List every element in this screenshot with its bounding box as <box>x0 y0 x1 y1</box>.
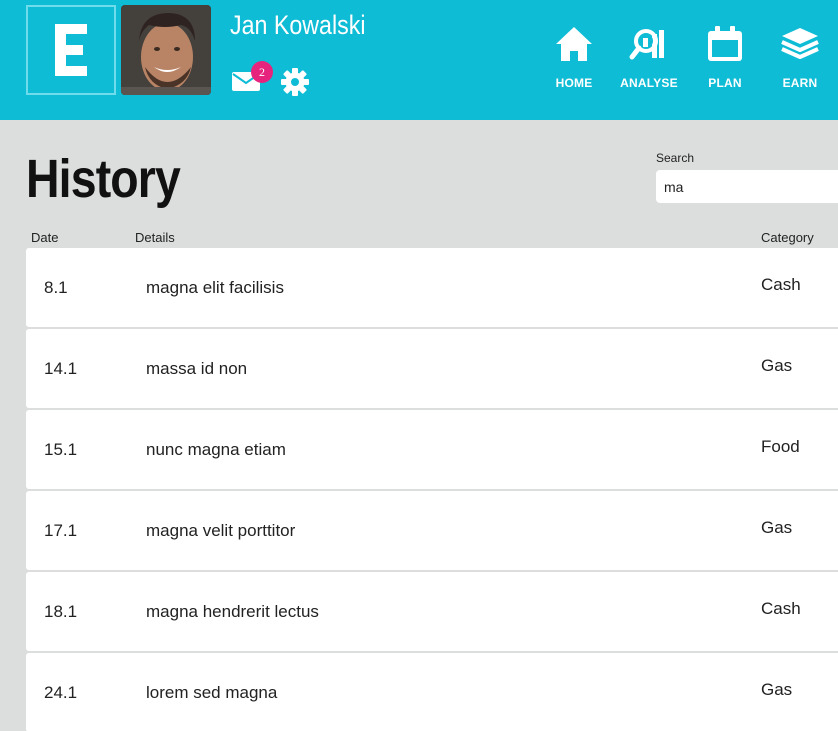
history-row[interactable]: 15.1 nunc magna etiam Food <box>26 410 838 489</box>
row-category: Cash <box>761 275 801 294</box>
row-category: Cash <box>761 599 801 618</box>
row-date: 14.1 <box>44 359 78 378</box>
row-category: Gas <box>761 518 793 537</box>
app-header: Jan Kowalski 2 HOME ANALYSE PLAN EARN <box>0 0 838 120</box>
history-row[interactable]: 8.1 magna elit facilisis Cash <box>26 248 838 327</box>
settings-button[interactable] <box>280 67 310 97</box>
analyse-icon <box>629 29 664 60</box>
home-icon <box>556 27 592 61</box>
history-row[interactable]: 17.1 magna velit porttitor Gas <box>26 491 838 570</box>
row-category: Gas <box>761 680 793 699</box>
search-label: Search <box>656 151 695 165</box>
app-logo[interactable] <box>26 5 116 95</box>
nav-analyse-label: ANALYSE <box>620 76 678 90</box>
history-row[interactable]: 18.1 magna hendrerit lectus Cash <box>26 572 838 651</box>
search-input[interactable] <box>656 170 838 203</box>
column-header-date: Date <box>31 230 59 245</box>
row-details: massa id non <box>146 359 248 378</box>
nav-home-label: HOME <box>555 76 593 90</box>
unread-badge: 2 <box>251 61 273 83</box>
nav-plan-label: PLAN <box>708 76 742 90</box>
row-category: Gas <box>761 356 793 375</box>
layers-icon <box>781 28 819 59</box>
row-date: 8.1 <box>44 278 68 297</box>
column-header-category: Category <box>761 230 814 245</box>
gear-icon <box>281 68 309 96</box>
avatar-photo <box>121 5 211 95</box>
row-details: lorem sed magna <box>146 683 278 702</box>
row-details: nunc magna etiam <box>146 440 286 459</box>
row-category: Food <box>761 437 800 456</box>
row-details: magna elit facilisis <box>146 278 284 297</box>
nav-earn-label: EARN <box>782 76 818 90</box>
history-row[interactable]: 24.1 lorem sed magna Gas <box>26 653 838 731</box>
row-date: 17.1 <box>44 521 78 540</box>
nav-earn[interactable]: EARN <box>765 20 835 100</box>
nav-home[interactable]: HOME <box>539 20 609 100</box>
row-date: 15.1 <box>44 440 78 459</box>
column-header-details: Details <box>135 230 175 245</box>
user-name: Jan Kowalski <box>230 10 366 40</box>
row-date: 18.1 <box>44 602 78 621</box>
row-date: 24.1 <box>44 683 78 702</box>
logo-letter-icon <box>55 24 87 76</box>
user-avatar[interactable] <box>121 5 211 95</box>
row-details: magna hendrerit lectus <box>146 602 319 621</box>
calendar-icon <box>708 26 742 61</box>
nav-analyse[interactable]: ANALYSE <box>614 20 684 100</box>
history-row[interactable]: 14.1 massa id non Gas <box>26 329 838 408</box>
nav-plan[interactable]: PLAN <box>690 20 760 100</box>
row-details: magna velit porttitor <box>146 521 296 540</box>
page-title: History <box>26 149 181 209</box>
history-list: 8.1 magna elit facilisis Cash 14.1 massa… <box>26 248 838 731</box>
